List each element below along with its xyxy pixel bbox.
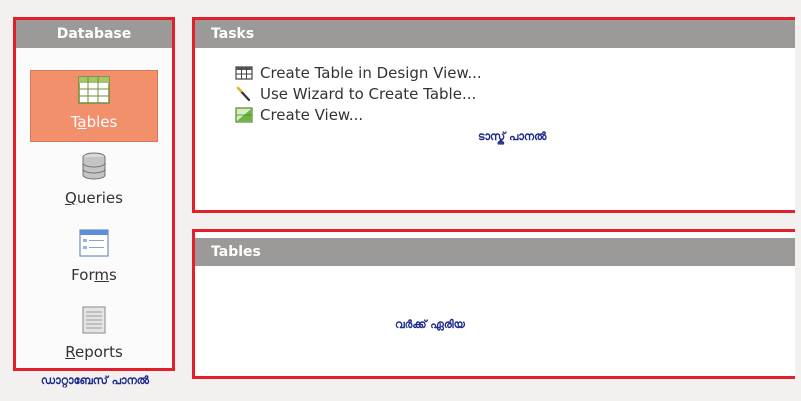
database-panel: Database Tables Queries Forms Reports (13, 17, 175, 371)
database-item-queries-label: Queries (65, 189, 123, 207)
tables-panel-title: Tables (195, 238, 795, 266)
database-item-forms[interactable]: Forms (30, 224, 158, 296)
database-panel-caption: ഡാറ്റാബേസ് പാനൽ (40, 374, 150, 387)
tables-panel: Tables വർക്ക് ഏരിയ (192, 229, 795, 379)
wizard-wand-icon (236, 86, 251, 101)
database-item-reports[interactable]: Reports (30, 301, 158, 373)
query-database-icon (82, 152, 106, 180)
report-icon (82, 306, 106, 334)
task-create-table-design-view[interactable]: Create Table in Design View... (235, 62, 482, 83)
database-item-forms-label: Forms (71, 266, 117, 284)
window-right-edge (795, 14, 801, 384)
database-item-tables-label: Tables (70, 113, 118, 131)
database-item-reports-label: Reports (65, 343, 123, 361)
task-create-view[interactable]: Create View... (235, 104, 482, 125)
task-create-view-label: Create View... (260, 105, 364, 124)
task-use-wizard-create-table[interactable]: Use Wizard to Create Table... (235, 83, 482, 104)
table-design-icon (235, 65, 253, 80)
table-icon (78, 76, 110, 104)
tasks-panel: Tasks Create Table in Design View... Use… (192, 17, 795, 213)
form-icon (79, 229, 109, 257)
database-panel-title: Database (16, 20, 172, 48)
task-create-table-design-view-label: Create Table in Design View... (260, 63, 482, 82)
work-area-caption: വർക്ക് ഏരിയ (395, 318, 465, 331)
task-list: Create Table in Design View... Use Wizar… (235, 62, 482, 125)
task-panel-caption: ടാസ്ക് പാനൽ (478, 130, 547, 143)
database-item-queries[interactable]: Queries (30, 147, 158, 219)
task-use-wizard-create-table-label: Use Wizard to Create Table... (260, 84, 477, 103)
create-view-icon (235, 106, 253, 123)
tasks-panel-title: Tasks (195, 20, 795, 48)
database-item-tables[interactable]: Tables (30, 70, 158, 142)
